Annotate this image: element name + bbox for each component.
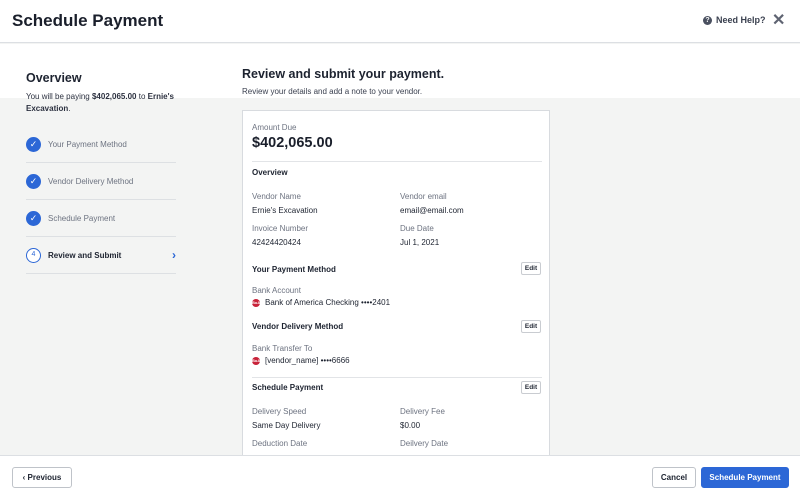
summary-to: to — [138, 92, 146, 101]
check-icon: ✓ — [26, 173, 41, 189]
delivery-date-label: Deilvery Date — [400, 439, 449, 448]
chevron-right-icon: › — [172, 248, 176, 262]
step-label: Your Payment Method — [48, 139, 127, 149]
step-label: Schedule Payment — [48, 213, 116, 223]
vendor-name-label: Vendor Name — [252, 192, 301, 201]
delivery-speed-label: Delivery Speed — [252, 407, 307, 416]
bank-account-row: BoA Bank of America Checking ••••2401 — [252, 298, 390, 307]
bank-logo-icon: BoA — [252, 356, 261, 365]
chevron-left-icon: ‹ — [22, 473, 26, 482]
step-review-submit[interactable]: 4 Review and Submit › — [26, 237, 176, 274]
edit-payment-method-button[interactable]: Edit — [521, 262, 541, 275]
main-title: Review and submit your payment. — [242, 67, 445, 81]
due-date-label: Due Date — [400, 224, 434, 233]
question-icon: ? — [703, 15, 712, 25]
delivery-speed-value: Same Day Delivery — [252, 421, 321, 430]
summary-end: . — [68, 104, 71, 113]
schedule-heading: Schedule Payment — [252, 383, 324, 392]
delivery-method-heading: Vendor Delivery Method — [252, 322, 344, 331]
bank-account-value: Bank of America Checking ••••2401 — [265, 298, 391, 307]
bank-logo-icon: BoA — [252, 298, 261, 307]
review-card: Amount Due $402,065.00 Overview Vendor N… — [242, 110, 550, 455]
help-link[interactable]: ? Need Help? — [703, 15, 766, 25]
vendor-name-value: Ernie's Excavation — [252, 206, 318, 215]
check-icon: ✓ — [26, 136, 41, 152]
divider — [252, 377, 542, 378]
divider — [252, 161, 542, 162]
close-icon[interactable]: ✕ — [772, 12, 785, 30]
step-label: Review and Submit — [48, 250, 122, 260]
main-subtitle: Review your details and add a note to yo… — [242, 87, 423, 96]
delivery-fee-value: $0.00 — [400, 421, 421, 430]
previous-button[interactable]: ‹ Previous — [12, 467, 72, 488]
invoice-number-value: 42424420424 — [252, 238, 301, 247]
edit-schedule-button[interactable]: Edit — [521, 381, 541, 394]
vendor-email-label: Vendor email — [400, 192, 447, 201]
overview-heading: Overview — [252, 168, 288, 177]
amount-due-value: $402,065.00 — [252, 135, 333, 151]
payment-summary: You will be paying $402,065.00 to Ernie'… — [26, 91, 176, 115]
footer-bar: ‹ Previous Cancel Schedule Payment — [0, 455, 800, 499]
step-delivery-method[interactable]: ✓ Vendor Delivery Method — [26, 163, 176, 200]
deduction-date-label: Deduction Date — [252, 439, 308, 448]
edit-delivery-method-button[interactable]: Edit — [521, 320, 541, 333]
check-icon: ✓ — [26, 210, 41, 226]
previous-label: Previous — [27, 473, 62, 482]
step-label: Vendor Delivery Method — [48, 176, 134, 186]
bank-transfer-label: Bank Transfer To — [252, 344, 313, 353]
summary-amount: $402,065.00 — [91, 92, 137, 101]
vendor-email-value: email@email.com — [400, 206, 464, 215]
bank-transfer-row: BoA [vendor_name] ••••6666 — [252, 356, 350, 365]
help-label: Need Help? — [716, 15, 766, 25]
bank-account-label: Bank Account — [252, 286, 301, 295]
page-title: Schedule Payment — [12, 11, 164, 30]
step-list: ✓ Your Payment Method ✓ Vendor Delivery … — [26, 126, 176, 274]
summary-prefix: You will be paying — [26, 92, 90, 101]
bank-transfer-value: [vendor_name] ••••6666 — [265, 356, 350, 365]
delivery-fee-label: Delivery Fee — [400, 407, 445, 416]
cancel-button[interactable]: Cancel — [652, 467, 696, 488]
top-header: Schedule Payment ? Need Help? ✕ — [0, 0, 800, 43]
payment-method-heading: Your Payment Method — [252, 265, 336, 274]
step-payment-method[interactable]: ✓ Your Payment Method — [26, 126, 176, 163]
step-schedule-payment[interactable]: ✓ Schedule Payment — [26, 200, 176, 237]
invoice-number-label: Invoice Number — [252, 224, 309, 233]
amount-due-label: Amount Due — [252, 123, 297, 132]
sidebar-title: Overview — [26, 71, 82, 85]
step-number: 4 — [26, 247, 41, 263]
due-date-value: Jul 1, 2021 — [400, 238, 440, 247]
schedule-payment-button[interactable]: Schedule Payment — [701, 467, 789, 488]
